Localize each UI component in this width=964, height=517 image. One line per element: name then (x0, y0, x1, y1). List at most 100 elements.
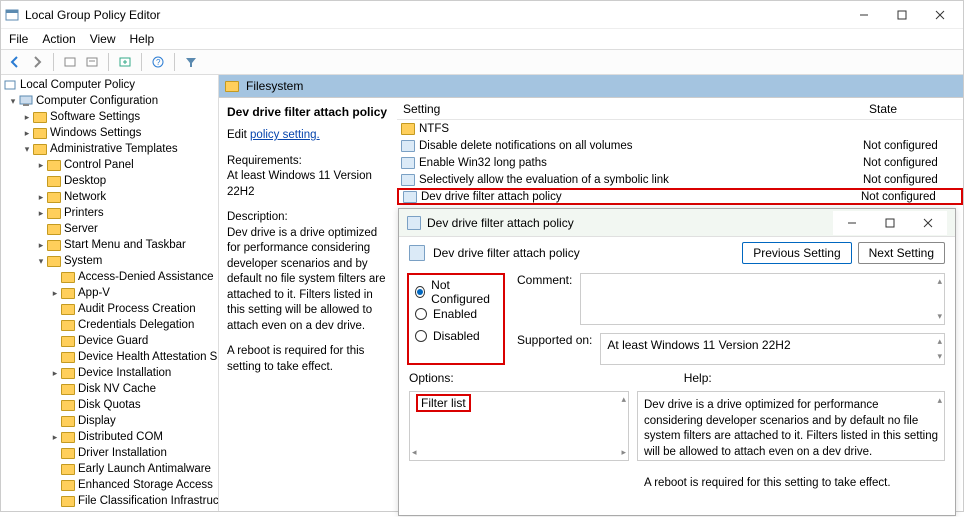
folder-icon (61, 448, 75, 459)
tree-item[interactable]: App-V (78, 287, 110, 299)
tree-item[interactable]: Credentials Delegation (78, 319, 194, 331)
tree-item[interactable]: Access-Denied Assistance (78, 271, 214, 283)
radio-disabled[interactable]: Disabled (415, 325, 497, 347)
tree-item[interactable]: Driver Installation (78, 447, 167, 459)
expander-icon[interactable]: ▾ (35, 256, 47, 267)
tree-item[interactable]: Start Menu and Taskbar (64, 239, 186, 251)
export-icon[interactable] (115, 52, 135, 72)
tree-item[interactable]: Administrative Templates (50, 143, 178, 155)
tree-item[interactable]: Server (64, 223, 98, 235)
folder-icon (61, 304, 75, 315)
dialog-close-button[interactable] (909, 211, 947, 235)
expander-icon[interactable]: ▸ (35, 208, 47, 219)
scroll-up-icon[interactable]: ▴ (621, 394, 626, 405)
expander-icon[interactable]: ▾ (21, 144, 33, 155)
list-row[interactable]: Enable Win32 long pathsNot configured (397, 154, 963, 171)
filter-list-label: Filter list (416, 394, 471, 412)
radio-icon (415, 286, 425, 298)
col-state[interactable]: State (863, 98, 963, 119)
tree-item[interactable]: Control Panel (64, 159, 134, 171)
scroll-left-icon[interactable]: ◂ (412, 447, 417, 458)
tree-item[interactable]: Disk Quotas (78, 399, 141, 411)
tree-item[interactable]: Desktop (64, 175, 106, 187)
radio-label: Disabled (433, 329, 480, 343)
folder-icon (47, 176, 61, 187)
next-setting-button[interactable]: Next Setting (858, 242, 945, 264)
tree-item[interactable]: Early Launch Antimalware (78, 463, 211, 475)
expander-icon[interactable]: ▸ (21, 112, 33, 123)
toolbar-icon[interactable] (82, 52, 102, 72)
tree-item[interactable]: Distributed COM (78, 431, 163, 443)
col-setting[interactable]: Setting (397, 98, 863, 119)
svg-text:?: ? (156, 58, 161, 67)
tree-item[interactable]: Printers (64, 207, 104, 219)
folder-icon (61, 336, 75, 347)
expander-icon[interactable]: ▸ (35, 192, 47, 203)
menu-help[interactable]: Help (130, 32, 155, 46)
expander-icon[interactable]: ▸ (49, 432, 61, 443)
menu-view[interactable]: View (90, 32, 116, 46)
list-row[interactable]: Selectively allow the evaluation of a sy… (397, 171, 963, 188)
setting-name: Selectively allow the evaluation of a sy… (419, 174, 863, 186)
maximize-button[interactable] (883, 3, 921, 27)
menu-action[interactable]: Action (42, 32, 75, 46)
tree-item[interactable]: Audit Process Creation (78, 303, 196, 315)
folder-icon (47, 192, 61, 203)
tree-item[interactable]: File Classification Infrastruc (78, 495, 219, 507)
previous-setting-button[interactable]: Previous Setting (742, 242, 851, 264)
tree-item[interactable]: Device Installation (78, 367, 171, 379)
tree-item[interactable]: Device Health Attestation S (78, 351, 217, 363)
tab-label: Filesystem (246, 79, 303, 93)
tree-computer-config[interactable]: Computer Configuration (36, 95, 158, 107)
dialog-sub-header: Dev drive filter attach policy Previous … (399, 237, 955, 269)
minimize-button[interactable] (845, 3, 883, 27)
scroll-up-icon[interactable]: ▴ (937, 336, 942, 347)
radio-not-configured[interactable]: Not Configured (415, 281, 497, 303)
scroll-down-icon[interactable]: ▾ (937, 311, 942, 322)
filter-icon[interactable] (181, 52, 201, 72)
list-row[interactable]: NTFS (397, 120, 963, 137)
scroll-right-icon[interactable]: ▸ (621, 447, 626, 458)
expander-icon[interactable]: ▸ (35, 160, 47, 171)
tree-item[interactable]: Network (64, 191, 106, 203)
setting-name: Disable delete notifications on all volu… (419, 140, 863, 152)
expander-icon[interactable]: ▸ (35, 240, 47, 251)
folder-icon (47, 160, 61, 171)
comment-textarea[interactable]: ▴▾ (580, 273, 945, 325)
tree-item[interactable]: Display (78, 415, 116, 427)
tree-item[interactable]: Disk NV Cache (78, 383, 156, 395)
forward-button[interactable] (27, 52, 47, 72)
tree-item[interactable]: System (64, 255, 102, 267)
folder-icon (33, 112, 47, 123)
tree-view[interactable]: Local Computer Policy ▾ Computer Configur… (1, 75, 219, 511)
app-icon (5, 8, 19, 22)
dialog-title: Dev drive filter attach policy (427, 216, 574, 230)
close-button[interactable] (921, 3, 959, 27)
tree-item[interactable]: Windows Settings (50, 127, 141, 139)
expander-icon[interactable]: ▸ (49, 368, 61, 379)
radio-group: Not Configured Enabled Disabled (407, 273, 505, 365)
menu-file[interactable]: File (9, 32, 28, 46)
list-row[interactable]: Disable delete notifications on all volu… (397, 137, 963, 154)
tree-item[interactable]: Software Settings (50, 111, 140, 123)
expander-icon[interactable]: ▸ (21, 128, 33, 139)
tree-item[interactable]: Enhanced Storage Access (78, 479, 213, 491)
expander-icon[interactable]: ▾ (7, 96, 19, 107)
help-icon[interactable]: ? (148, 52, 168, 72)
tree-root[interactable]: Local Computer Policy (20, 79, 135, 91)
edit-policy-link[interactable]: policy setting. (250, 129, 320, 141)
folder-icon (61, 480, 75, 491)
scroll-down-icon[interactable]: ▾ (937, 351, 942, 362)
expander-icon[interactable]: ▸ (49, 288, 61, 299)
help-label: Help: (684, 371, 712, 385)
dialog-maximize-button[interactable] (871, 211, 909, 235)
tree-item[interactable]: Device Guard (78, 335, 148, 347)
radio-enabled[interactable]: Enabled (415, 303, 497, 325)
list-row-highlighted[interactable]: Dev drive filter attach policyNot config… (397, 188, 963, 205)
back-button[interactable] (5, 52, 25, 72)
scroll-up-icon[interactable]: ▴ (937, 276, 942, 287)
scroll-up-icon[interactable]: ▴ (937, 394, 942, 406)
toolbar-icon[interactable] (60, 52, 80, 72)
dialog-minimize-button[interactable] (833, 211, 871, 235)
policy-icon (403, 191, 417, 203)
